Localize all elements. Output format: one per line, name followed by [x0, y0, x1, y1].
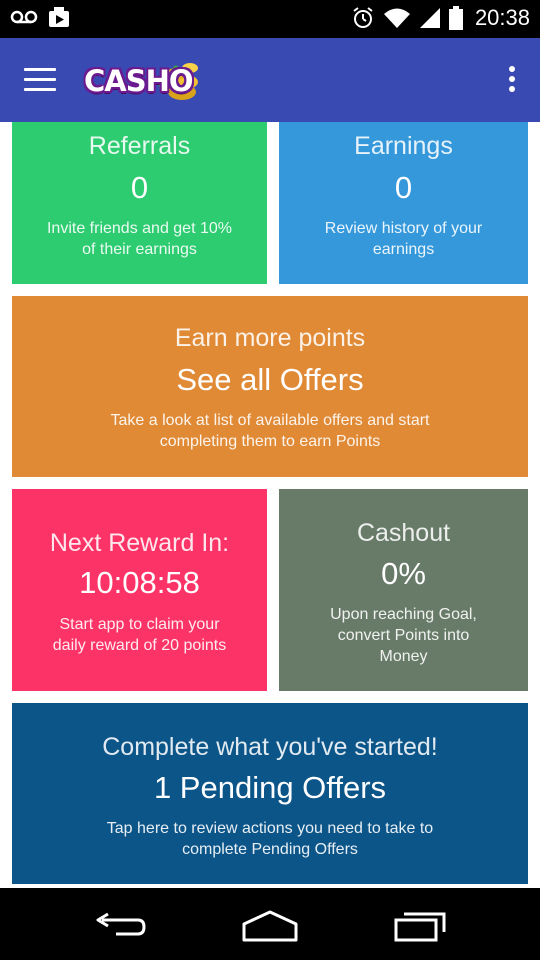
app-logo: CASHO [82, 54, 202, 106]
battery-icon [448, 6, 463, 30]
earnings-description-line1: Review history of your [324, 220, 483, 237]
reward-countdown: 10:08:58 [79, 565, 200, 600]
earnings-title: Earnings [354, 132, 453, 160]
next-reward-tile[interactable]: Next Reward In: 10:08:58 Start app to cl… [12, 489, 267, 691]
app-bar: CASHO [0, 38, 540, 122]
reward-description-line2: daily reward of 20 points [52, 637, 227, 654]
cashout-tile[interactable]: Cashout 0% Upon reaching Goal, convert P… [279, 489, 528, 691]
back-icon[interactable] [88, 906, 152, 946]
offers-description-line2: completing them to earn Points [159, 433, 381, 450]
clock: 20:38 [474, 5, 530, 30]
pending-title: Complete what you've started! [102, 733, 438, 761]
navigation-bar [0, 888, 540, 960]
home-icon[interactable] [238, 906, 302, 946]
media-icon [49, 7, 69, 27]
dashboard: Referrals 0 Invite friends and get 10% o… [0, 122, 540, 888]
cashout-description-line1: Upon reaching Goal, [330, 606, 477, 623]
referrals-description-line2: of their earnings [82, 241, 197, 258]
signal-icon [419, 8, 440, 28]
overflow-menu-icon[interactable] [506, 66, 518, 96]
pending-description-line1: Tap here to review actions you need to t… [106, 820, 434, 837]
referrals-tile[interactable]: Referrals 0 Invite friends and get 10% o… [12, 122, 267, 284]
referrals-title: Referrals [88, 132, 191, 160]
earnings-description-line2: earnings [372, 241, 435, 258]
offers-tile[interactable]: Earn more points See all Offers Take a l… [12, 296, 528, 477]
earnings-tile[interactable]: Earnings 0 Review history of your earnin… [279, 122, 528, 284]
pending-description-line2: complete Pending Offers [182, 841, 358, 858]
logo-text: CASHO [84, 64, 194, 98]
cashout-description-line3: Money [379, 648, 428, 665]
referrals-count: 0 [130, 170, 149, 205]
offers-title: Earn more points [174, 324, 366, 352]
next-reward-title: Next Reward In: [49, 529, 230, 557]
earnings-amount: 0 [394, 170, 413, 205]
wifi-icon [383, 8, 410, 28]
referrals-description-line1: Invite friends and get 10% [46, 220, 232, 237]
cashout-title: Cashout [356, 519, 451, 547]
voicemail-icon [10, 10, 38, 24]
cashout-description-line2: convert Points into [337, 627, 470, 644]
cashout-progress: 0% [381, 556, 426, 591]
offers-headline: See all Offers [176, 362, 364, 397]
pending-headline: 1 Pending Offers [153, 770, 387, 805]
alarm-icon [353, 7, 373, 28]
offers-description-line1: Take a look at list of available offers … [110, 412, 430, 429]
status-bar: 20:38 [0, 0, 540, 38]
menu-icon[interactable] [24, 68, 56, 92]
pending-offers-tile[interactable]: Complete what you've started! 1 Pending … [12, 703, 528, 884]
recents-icon[interactable] [388, 906, 452, 946]
reward-description-line1: Start app to claim your [59, 616, 220, 633]
